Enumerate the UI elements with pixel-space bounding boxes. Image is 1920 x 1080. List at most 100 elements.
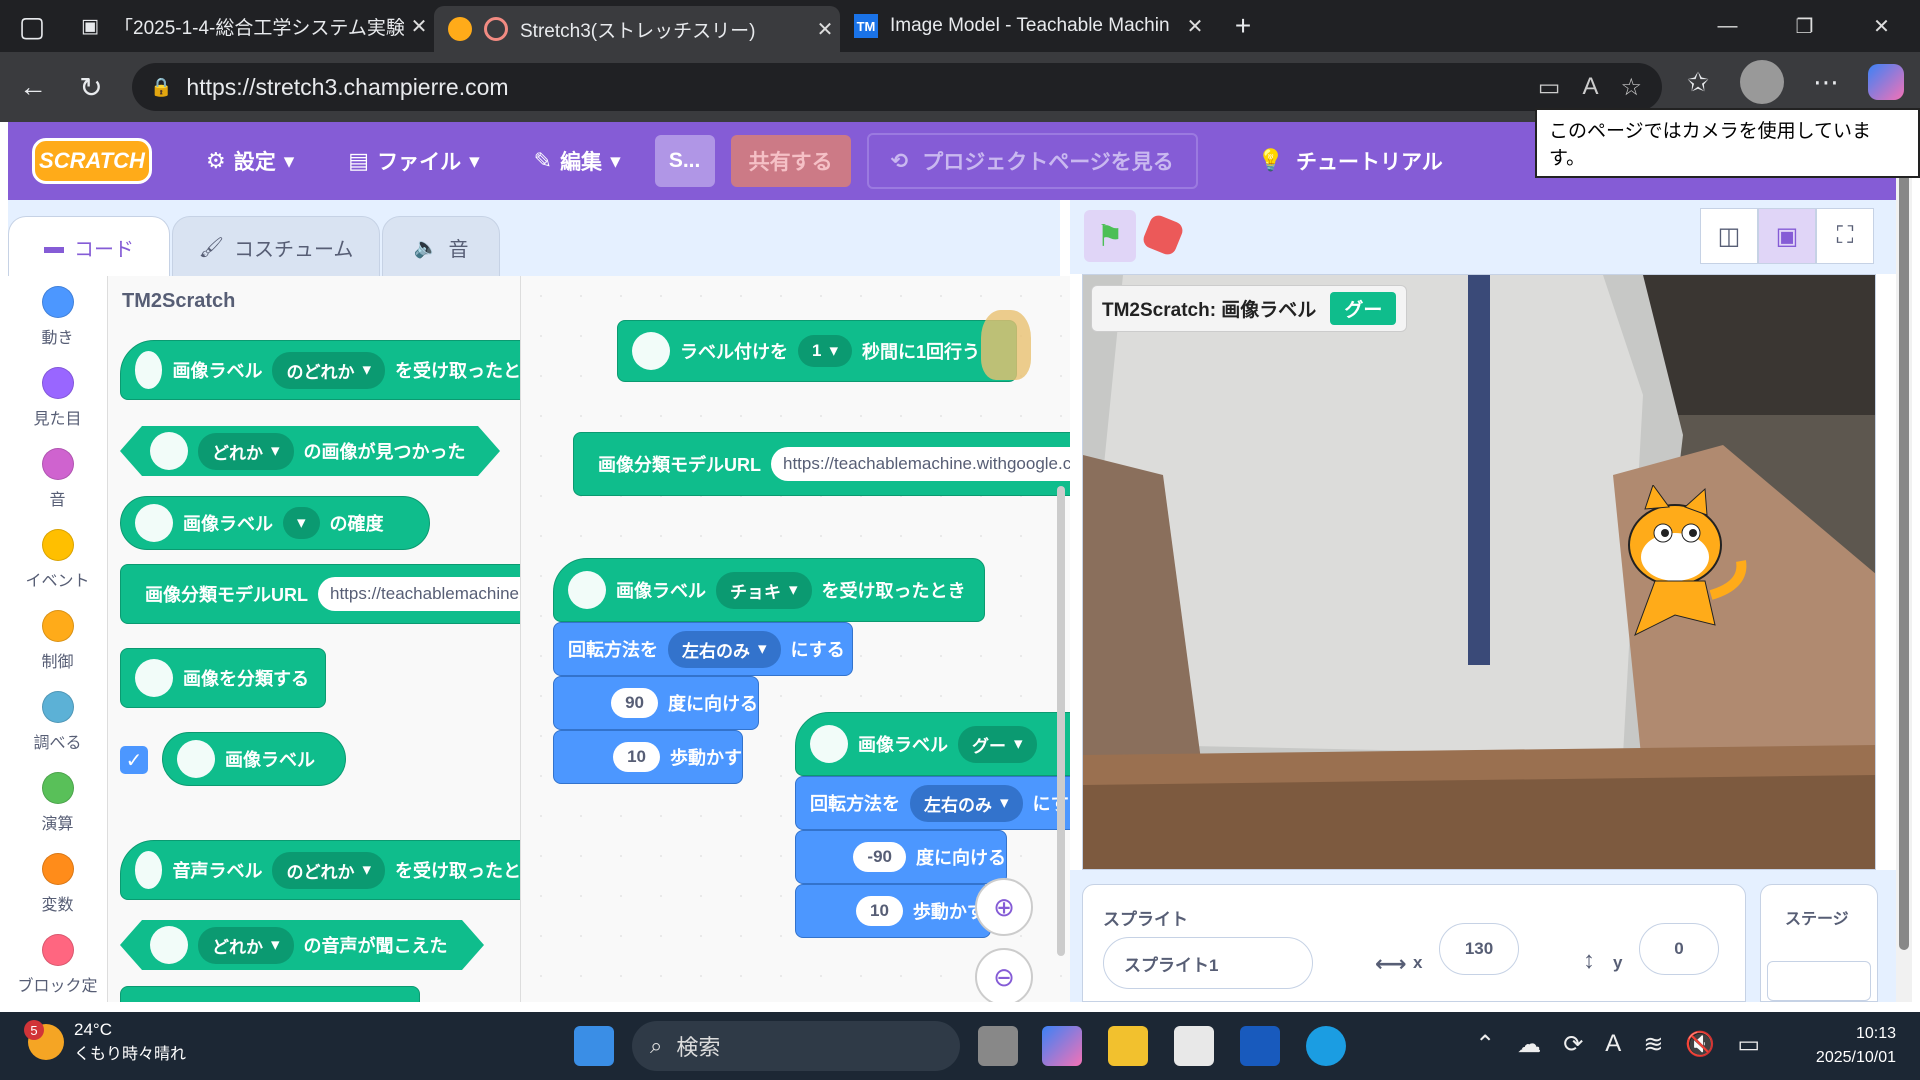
model-url-field[interactable]: https://teachablemachine.withgoogle.com/ [318,577,520,611]
scratch-logo[interactable]: SCRATCH [32,138,152,184]
tab-actions-icon[interactable]: ▢ [0,1,64,51]
image-label-detected-block[interactable]: どれか ▾ の画像が見つかった [120,426,500,476]
onedrive-icon[interactable]: ☁ [1517,1030,1541,1059]
label-dropdown[interactable]: ▾ [283,507,320,539]
point-in-direction-block[interactable]: -90 度に向ける [795,830,1007,884]
volume-mute-icon[interactable]: 🔇 [1685,1030,1715,1059]
stage-selector[interactable]: ステージ [1760,884,1878,1002]
stage-canvas[interactable]: TM2Scratch: 画像ラベル グー [1082,274,1876,870]
interval-dropdown[interactable]: 1 ▾ [798,335,853,367]
image-label-confidence-block[interactable]: 画像ラベル ▾ の確度 [120,496,430,550]
page-scrollbar-thumb[interactable] [1899,150,1909,950]
star-icon[interactable]: ☆ [1620,73,1642,102]
back-icon[interactable]: ← [8,62,58,112]
word-icon[interactable] [1240,1026,1280,1066]
ime-icon[interactable]: A [1605,1030,1621,1059]
copilot-taskbar-icon[interactable] [1042,1026,1082,1066]
edge-icon[interactable] [1306,1026,1346,1066]
file-explorer-icon[interactable] [1108,1026,1148,1066]
project-title-input[interactable]: S... [654,135,715,187]
browser-tab-2[interactable]: Stretch3(ストレッチスリー) ✕ [434,6,840,52]
chevron-up-icon[interactable]: ⌃ [1475,1030,1495,1059]
set-rotation-style-block[interactable]: 回転方法を 左右のみ ▾ にす [795,776,1070,830]
close-window-icon[interactable]: ✕ [1843,0,1920,52]
new-tab-icon[interactable]: + [1218,1,1268,51]
monitor-checkbox[interactable]: ✓ [120,746,148,774]
label-dropdown[interactable]: チョキ ▾ [716,571,812,609]
label-dropdown[interactable]: グー ▾ [958,725,1037,763]
tab-code[interactable]: ▬ コード [8,216,170,278]
steps-input[interactable]: 10 [856,896,903,926]
read-aloud-icon[interactable]: A [1582,73,1598,102]
restore-icon[interactable]: ❐ [1766,0,1843,52]
image-label-monitor[interactable]: TM2Scratch: 画像ラベル グー [1091,285,1408,332]
code-workspace[interactable]: ラベル付けを 1 ▾ 秒間に1回行う 画像分類モデルURL https://teacha… [521,276,1070,1002]
page-scrollbar[interactable] [1896,122,1912,1002]
tutorials-button[interactable]: 💡 チュートリアル [1258,146,1443,176]
label-dropdown[interactable]: どれか ▾ [198,433,294,470]
partial-block[interactable] [120,986,420,1002]
category-events[interactable]: イベント [8,519,107,600]
category-sound[interactable]: 音 [8,438,107,519]
share-button[interactable]: 共有する [730,135,851,187]
start-icon[interactable] [574,1026,614,1066]
url-text[interactable]: https://stretch3.champierre.com [186,74,508,101]
wifi-icon[interactable]: ≋ [1643,1030,1663,1059]
refresh-icon[interactable]: ↻ [66,62,116,112]
green-flag-icon[interactable]: ⚑ [1084,210,1136,262]
direction-input[interactable]: 90 [611,688,658,718]
sprite-name-input[interactable]: スプライト1 [1103,937,1313,989]
y-position-input[interactable]: 0 [1639,923,1719,975]
label-interval-block[interactable]: ラベル付けを 1 ▾ 秒間に1回行う [617,320,1017,382]
favorites-icon[interactable]: ✩ [1676,60,1720,104]
model-url-field[interactable]: https://teachablemachine.withgoogle.com/ [771,447,1070,481]
category-operators[interactable]: 演算 [8,762,107,843]
rotation-dropdown[interactable]: 左右のみ ▾ [910,784,1023,822]
lock-icon[interactable]: 🔒 [150,77,172,98]
zoom-out-icon[interactable]: ⊖ [975,948,1033,1002]
large-stage-icon[interactable]: ▣ [1758,208,1816,264]
clock[interactable]: 10:13 2025/10/01 [1816,1022,1896,1070]
small-stage-icon[interactable]: ◫ [1700,208,1758,264]
direction-input[interactable]: -90 [853,842,906,872]
edit-menu[interactable]: ✎ 編集 ▾ [534,146,621,176]
stage-thumbnail[interactable] [1767,961,1871,1001]
weather-widget[interactable]: 5 24°C くもり時々晴れ [24,1020,186,1064]
minimize-icon[interactable]: — [1689,0,1766,52]
battery-icon[interactable]: ▭ [1737,1030,1760,1059]
close-icon[interactable]: ✕ [404,14,434,39]
point-in-direction-block[interactable]: 90 度に向ける [553,676,759,730]
steps-input[interactable]: 10 [613,742,660,772]
address-bar[interactable]: 🔒 https://stretch3.champierre.com ▭ A ☆ [132,63,1662,111]
category-motion[interactable]: 動き [8,276,107,357]
zoom-in-icon[interactable]: ⊕ [975,878,1033,936]
label-dropdown[interactable]: どれか ▾ [198,927,294,964]
copilot-icon[interactable] [1868,64,1904,100]
when-goo-received-block[interactable]: 画像ラベル グー ▾ [795,712,1070,776]
settings-menu[interactable]: ⚙ 設定 ▾ [206,146,294,176]
close-icon[interactable]: ✕ [1180,14,1210,39]
tab-sounds[interactable]: 🔈 音 [382,216,500,278]
store-icon[interactable] [1174,1026,1214,1066]
move-steps-block[interactable]: 10 歩動かす [795,884,991,938]
camera-icon[interactable]: ▭ [1538,73,1561,102]
file-menu[interactable]: ▤ ファイル ▾ [348,146,479,176]
category-variables[interactable]: 変数 [8,843,107,924]
task-view-icon[interactable] [978,1026,1018,1066]
browser-tab-3[interactable]: TM Image Model - Teachable Machin ✕ [840,0,1210,52]
tab-costumes[interactable]: 🖌 コスチューム [172,216,380,278]
stop-icon[interactable] [1140,212,1186,258]
taskbar-search[interactable]: ⌕ 検索 [632,1021,960,1071]
see-project-page-button[interactable]: ⟲ プロジェクトページを見る [866,133,1198,189]
when-image-label-received-block[interactable]: 画像ラベルのどれか▾ を受け取ったとき [120,340,520,400]
image-model-url-script-block[interactable]: 画像分類モデルURL https://teachablemachine.withg… [573,432,1070,496]
set-rotation-style-block[interactable]: 回転方法を 左右のみ ▾ にする [553,622,853,676]
category-sensing[interactable]: 調べる [8,681,107,762]
browser-tab-1[interactable]: ▣ 「2025-1-4-総合工学システム実験実 ✕ [64,0,434,52]
image-model-url-block[interactable]: 画像分類モデルURL https://teachablemachine.withg… [120,564,520,624]
scratch-cat-sprite[interactable] [1615,483,1755,645]
move-steps-block[interactable]: 10 歩動かす [553,730,743,784]
close-icon[interactable]: ✕ [810,17,840,42]
image-label-reporter-block[interactable]: 画像ラベル [162,732,346,786]
x-position-input[interactable]: 130 [1439,923,1519,975]
